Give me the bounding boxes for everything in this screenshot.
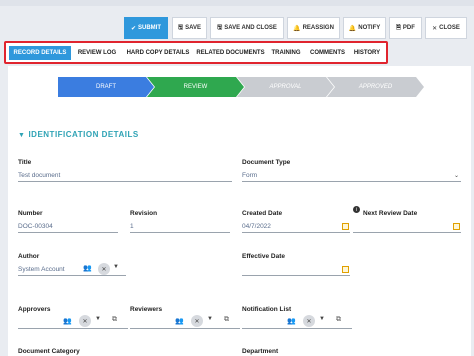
approvers-label: Approvers [18, 306, 51, 313]
record-details-panel: DRAFT REVIEW APPROVAL APPROVED ▼ IDENTIFI… [8, 66, 471, 356]
tab-bar: RECORD DETAILS REVIEW LOG HARD COPY DETA… [4, 41, 388, 64]
reassign-button[interactable]: 🔔 REASSIGN [287, 17, 340, 39]
tab-review-log[interactable]: REVIEW LOG [72, 46, 122, 60]
collapse-caret-icon: ▼ [18, 132, 26, 139]
submit-button[interactable]: ✔ SUBMIT [124, 17, 168, 39]
title-underline [18, 181, 232, 182]
author-label: Author [18, 253, 40, 260]
pdf-label: PDF [402, 25, 415, 31]
caret-down-icon[interactable]: ▼ [319, 316, 325, 322]
close-label: CLOSE [439, 25, 460, 31]
save-icon: 🖫 [217, 25, 223, 31]
save-and-close-button[interactable]: 🖫 SAVE AND CLOSE [210, 17, 284, 39]
workflow-step-review: REVIEW [147, 77, 244, 97]
user-icon[interactable]: 👥 [83, 264, 92, 272]
title-label: Title [18, 159, 32, 166]
pdf-button[interactable]: 🗎 PDF [389, 17, 422, 39]
submit-label: SUBMIT [138, 25, 162, 31]
bell-icon: 🔔 [348, 25, 357, 32]
reviewers-underline [130, 328, 240, 329]
tab-comments[interactable]: COMMENTS [306, 46, 349, 60]
reviewers-label: Reviewers [130, 306, 163, 313]
workflow-label-approval: APPROVAL [269, 84, 302, 90]
number-underline [18, 232, 118, 233]
workflow-label-draft: DRAFT [96, 84, 116, 90]
notification-underline [242, 328, 352, 329]
save-icon: 🖫 [177, 25, 184, 31]
clear-author-button[interactable]: ✕ [98, 263, 110, 275]
bell-icon: 🔔 [293, 25, 301, 32]
calendar-icon[interactable] [342, 266, 349, 273]
workflow-label-review: REVIEW [183, 84, 208, 90]
close-button[interactable]: ✕ CLOSE [425, 17, 467, 39]
reassign-label: REASSIGN [302, 25, 334, 31]
effective-date-underline [242, 275, 350, 276]
caret-down-icon[interactable]: ▼ [113, 264, 119, 270]
save-button[interactable]: 🖫 SAVE [172, 17, 207, 39]
user-icon[interactable]: 👥 [63, 317, 72, 325]
chevron-down-icon[interactable]: ⌄ [454, 172, 459, 179]
author-underline [18, 275, 126, 276]
revision-value: 1 [130, 223, 134, 230]
created-date-input[interactable]: 04/7/2022 [242, 223, 271, 230]
calendar-icon[interactable] [453, 223, 460, 230]
tab-training[interactable]: TRAINING [269, 46, 303, 60]
open-external-icon[interactable]: ⧉ [224, 316, 229, 324]
effective-date-label: Effective Date [242, 253, 285, 260]
top-strip [0, 0, 474, 6]
notify-label: NOTIFY [358, 25, 381, 31]
open-external-icon[interactable]: ⧉ [112, 316, 117, 324]
next-review-date-label: Next Review Date [363, 210, 418, 217]
workflow-step-draft: DRAFT [58, 77, 154, 97]
department-label: Department [242, 348, 279, 355]
revision-underline [130, 232, 230, 233]
document-type-underline [242, 181, 461, 182]
save-close-label: SAVE AND CLOSE [224, 25, 277, 31]
workflow-step-approval: APPROVAL [237, 77, 334, 97]
workflow-label-approved: APPROVED [358, 84, 393, 90]
created-date-underline [242, 232, 350, 233]
tab-related-documents[interactable]: RELATED DOCUMENTS [193, 46, 268, 60]
document-type-label: Document Type [242, 159, 291, 166]
check-icon: ✔ [130, 25, 137, 32]
save-label: SAVE [185, 25, 202, 31]
clear-notification-button[interactable]: ✕ [303, 315, 315, 327]
section-title: IDENTIFICATION DETAILS [28, 130, 139, 139]
user-icon[interactable]: 👥 [287, 317, 296, 325]
close-icon: ✕ [432, 25, 438, 32]
tab-record-details[interactable]: RECORD DETAILS [9, 46, 71, 60]
title-input[interactable]: Test document [18, 172, 60, 179]
clear-approvers-button[interactable]: ✕ [79, 315, 91, 327]
open-external-icon[interactable]: ⧉ [336, 316, 341, 324]
number-value: DOC-00304 [18, 223, 53, 230]
calendar-icon[interactable] [342, 223, 349, 230]
approvers-underline [18, 328, 128, 329]
section-header[interactable]: ▼ IDENTIFICATION DETAILS [18, 130, 139, 139]
caret-down-icon[interactable]: ▼ [207, 316, 213, 322]
author-value: System Account [18, 266, 65, 273]
created-date-label: Created Date [242, 210, 283, 217]
user-icon[interactable]: 👥 [175, 317, 184, 325]
number-label: Number [18, 210, 43, 217]
notification-list-label: Notification List [242, 306, 292, 313]
file-icon: 🗎 [396, 25, 401, 31]
clear-reviewers-button[interactable]: ✕ [191, 315, 203, 327]
info-icon[interactable]: i [353, 206, 360, 213]
tab-history[interactable]: HISTORY [350, 46, 384, 60]
notify-button[interactable]: 🔔 NOTIFY [343, 17, 386, 39]
document-type-select[interactable]: Form [242, 172, 257, 179]
document-category-label: Document Category [18, 348, 80, 355]
caret-down-icon[interactable]: ▼ [95, 316, 101, 322]
next-review-date-underline [353, 232, 461, 233]
workflow-step-approved: APPROVED [327, 77, 424, 97]
tab-hard-copy-details[interactable]: HARD COPY DETAILS [124, 46, 192, 60]
toolbar: ✔ SUBMIT 🖫 SAVE 🖫 SAVE AND CLOSE 🔔 REASS… [0, 17, 474, 39]
revision-label: Revision [130, 210, 158, 217]
